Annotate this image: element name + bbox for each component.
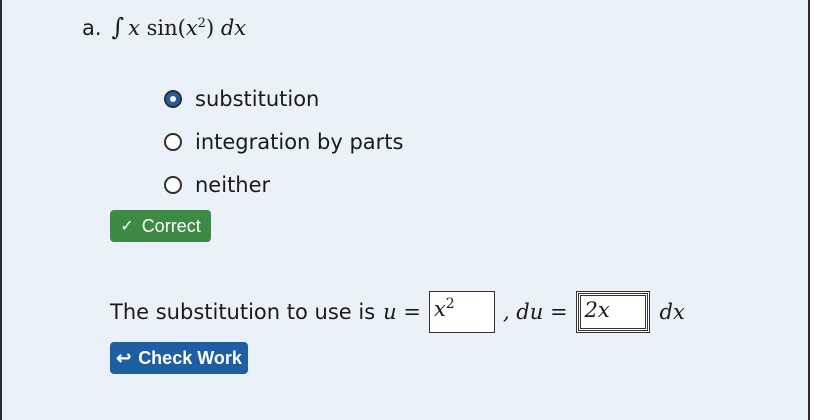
du-answer-field[interactable]: 2x bbox=[575, 291, 650, 333]
checkmark-icon: ✓ bbox=[120, 218, 134, 235]
du-equals: , du = bbox=[502, 300, 568, 324]
option-label: integration by parts bbox=[195, 129, 404, 154]
problem-statement: a. ∫ x sin(x2) dx bbox=[82, 13, 246, 41]
problem-panel: a. ∫ x sin(x2) dx substitution integratio… bbox=[0, 0, 810, 420]
integral-sign: ∫ bbox=[111, 13, 125, 41]
integral-expression: ∫ x sin(x2) dx bbox=[111, 13, 247, 41]
radio-substitution[interactable] bbox=[164, 89, 182, 108]
option-label: substitution bbox=[195, 86, 320, 111]
substitution-prefix: The substitution to use is bbox=[110, 300, 376, 324]
return-arrow-icon: ↩ bbox=[116, 347, 132, 368]
radio-integration-by-parts[interactable] bbox=[164, 132, 182, 151]
check-work-label: Check Work bbox=[138, 347, 242, 368]
option-label: neither bbox=[195, 172, 271, 197]
substitution-line: The substitution to use is u = x2 , du =… bbox=[110, 291, 685, 333]
option-integration-by-parts[interactable]: integration by parts bbox=[164, 120, 403, 163]
correct-badge: ✓ Correct bbox=[110, 210, 211, 242]
radio-neither[interactable] bbox=[164, 175, 182, 194]
part-label: a. bbox=[82, 16, 102, 40]
option-neither[interactable]: neither bbox=[164, 163, 403, 206]
method-options: substitution integration by parts neithe… bbox=[164, 77, 403, 206]
u-equals: u = bbox=[383, 300, 421, 324]
dx-suffix: dx bbox=[659, 300, 685, 324]
check-work-button[interactable]: ↩ Check Work bbox=[110, 342, 248, 374]
correct-label: Correct bbox=[141, 215, 201, 236]
u-answer-field[interactable]: x2 bbox=[428, 291, 495, 333]
option-substitution[interactable]: substitution bbox=[164, 77, 403, 120]
